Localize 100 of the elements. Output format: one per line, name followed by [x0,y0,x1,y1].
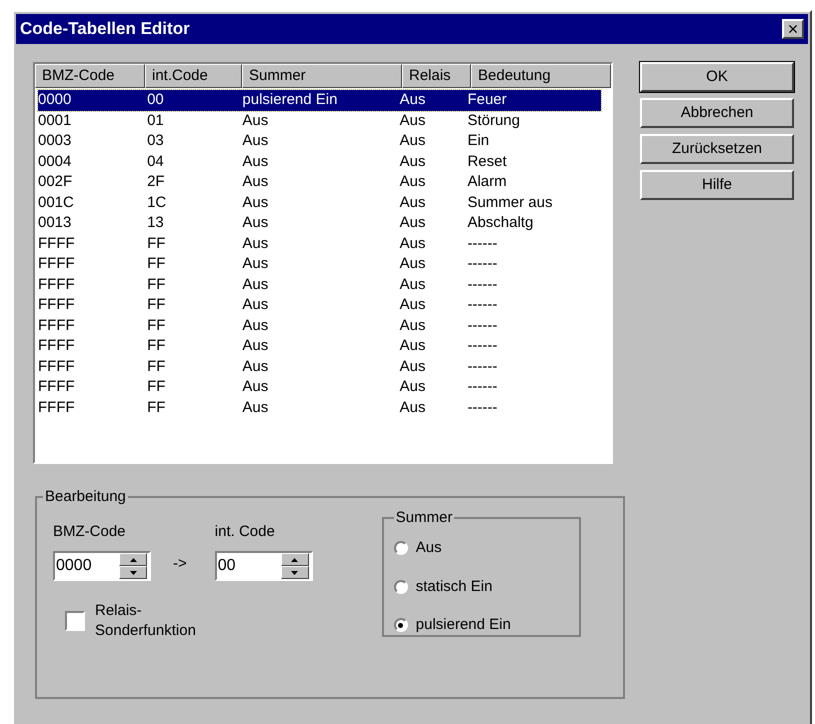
table-cell-text: Aus [241,152,270,172]
table-row[interactable]: 0004 04 Aus Aus Reset [38,152,601,172]
spin-down-button[interactable] [119,566,147,579]
radio-button[interactable] [394,618,408,632]
table-cell-text: FFFF [38,377,76,397]
table-row[interactable]: FFFF FF Aus Aus ------ [38,295,601,316]
table-cell-text: 04 [146,152,165,172]
column-header[interactable]: Bedeutung [471,64,611,88]
table-cell-text: Aus [398,336,426,356]
table-cell-text: 0001 [38,110,72,130]
dialog-button[interactable]: Hilfe [640,170,794,200]
table-cell-text: FF [146,254,166,274]
table-cell-text: Reset [466,152,508,172]
table-cell-text: FF [146,398,166,418]
column-header[interactable]: Relais [402,64,471,88]
table-cell-text: FF [146,316,166,336]
table-cell-text: Aus [241,110,270,130]
up-arrow-icon [130,558,136,562]
radio-button[interactable] [394,541,408,556]
table-cell-text: 0013 [38,213,72,233]
table-cell-text: 01 [146,110,165,130]
window-title: Code-Tabellen Editor [20,18,190,40]
column-header[interactable]: Summer [242,64,402,88]
table-cell-text: FFFF [38,274,76,294]
int-code-field[interactable]: 00 [214,551,313,581]
table-cell-text: Aus [241,274,270,294]
table-row[interactable]: FFFF FF Aus Aus ------ [38,398,601,418]
table-cell-text: FFFF [38,234,76,254]
table-cell-text: Abschaltg [466,213,534,233]
table-cell-text: Ein [466,131,490,151]
spin-up-button[interactable] [119,553,147,566]
table-row[interactable]: 0000 00 pulsierend Ein Aus Feuer [38,90,601,110]
table-cell-text: Aus [241,316,270,336]
spin-down-button[interactable] [280,566,309,579]
group-title: Bearbeitung [44,487,127,507]
table-row[interactable]: FFFF FF Aus Aus ------ [38,336,601,356]
table-row[interactable]: 0001 01 Aus Aus Störung [38,110,601,131]
table-cell-text: ------ [466,274,498,294]
radio-option[interactable]: pulsierend Ein [394,614,569,636]
table-row[interactable]: FFFF FF Aus Aus ------ [38,377,601,398]
radio-button[interactable] [394,580,408,594]
table-cell-text: Aus [398,377,426,397]
table-cell-text: Störung [466,110,521,130]
table-cell-text: Aus [241,336,270,356]
table-row[interactable]: 0003 03 Aus Aus Ein [38,131,601,152]
table-cell-text: Aus [241,295,270,315]
table-cell-text: ------ [466,356,498,376]
table-cell-text: ------ [466,398,498,418]
table-row[interactable]: FFFF FF Aus Aus ------ [38,234,601,254]
table-cell-text: Aus [398,172,426,192]
table-cell-text: FF [146,295,166,315]
table-cell-text: pulsierend Ein [241,90,338,110]
table-cell-text: ------ [466,234,498,254]
close-button[interactable]: × [782,19,804,39]
table-row[interactable]: 002F 2F Aus Aus Alarm [38,172,601,192]
table-row[interactable]: 001C 1C Aus Aus Summer aus [38,192,601,213]
radio-option[interactable]: Aus [394,537,569,560]
column-header[interactable]: int.Code [145,64,242,88]
table-row[interactable]: 0013 13 Aus Aus Abschaltg [38,213,601,234]
bmz-code-field[interactable]: 0000 [53,551,151,581]
table-cell-text: Aus [241,356,270,376]
table-cell-text: Aus [398,295,426,315]
table-cell-text: FFFF [38,254,76,274]
table-cell-text: FFFF [38,356,76,376]
group-title: Summer [394,508,454,528]
dialog-button[interactable]: Abbrechen [640,98,794,128]
table-cell-text: 0003 [38,131,72,151]
table-cell-text: 00 [146,90,165,110]
table-cell-text: Aus [398,192,426,212]
table-cell-text: FFFF [38,398,76,418]
up-arrow-icon [291,558,298,562]
spin-up-button[interactable] [280,553,309,566]
down-arrow-icon [130,570,136,574]
table-cell-text: Summer aus [466,192,554,212]
radio-option[interactable]: statisch Ein [394,576,569,598]
table-cell-text: ------ [466,254,498,274]
dialog-button[interactable]: Zurücksetzen [640,134,794,164]
relay-checkbox[interactable] [65,611,85,631]
column-header[interactable]: BMZ-Code [35,64,145,88]
table-cell-text: 1C [146,192,168,212]
table-cell-text: Aus [241,377,270,397]
down-arrow-icon [291,570,298,574]
field-label: int. Code [214,522,276,542]
table-cell-text: Feuer [466,90,508,110]
dialog-button[interactable]: OK [640,62,794,92]
table-row[interactable]: FFFF FF Aus Aus ------ [38,316,601,336]
table-row[interactable]: FFFF FF Aus Aus ------ [38,254,601,274]
table-cell-text: Aus [398,110,426,130]
table-row[interactable]: FFFF FF Aus Aus ------ [38,274,601,295]
table-cell-text: FFFF [38,295,76,315]
checkbox-label: Relais- Sonderfunktion [95,601,196,641]
table-cell-text: FF [146,274,166,294]
table-cell-text: 002F [38,172,74,192]
table-row[interactable]: FFFF FF Aus Aus ------ [38,356,601,377]
arrow-label: -> [173,554,187,574]
table-cell-text: 001C [38,192,75,212]
table-cell-text: FF [146,377,166,397]
table-cell-text: 13 [146,213,165,233]
table-cell-text: Aus [241,192,270,212]
table-cell-text: Aus [398,274,426,294]
